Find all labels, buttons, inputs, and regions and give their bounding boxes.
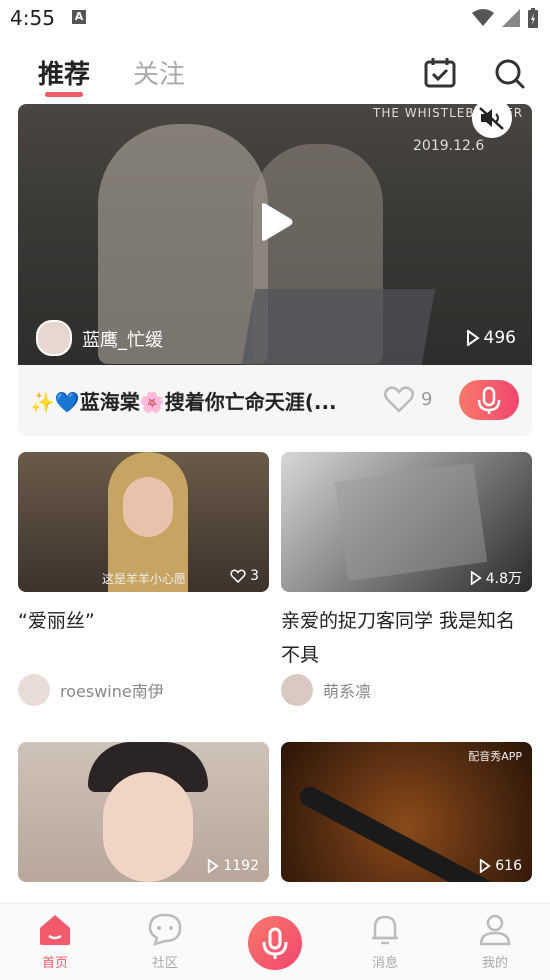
mute-icon[interactable] [472, 104, 512, 138]
card-title[interactable]: 亲爱的捉刀客同学 我是知名不具 [281, 604, 532, 672]
heart-icon[interactable] [384, 385, 414, 413]
featured-post[interactable]: THE WHISTLEBLOWER 2019.12.6 蓝鹰_忙缓 496 ✨💙… [18, 104, 532, 436]
status-time: 4:55 [10, 6, 55, 30]
card-stat: 1192 [207, 858, 259, 874]
bell-icon [372, 915, 398, 945]
thumb-caption: 这是羊羊小心愿 [102, 572, 187, 586]
heart-icon [230, 569, 246, 583]
play-outline-icon [480, 859, 492, 873]
bottom-nav: 首页 社区 消息 我的 [0, 903, 550, 980]
video-laptop [240, 289, 436, 365]
nav-profile-label: 我的 [481, 956, 508, 971]
thumb-art [334, 462, 488, 582]
post-title[interactable]: ✨💙蓝海棠🌸搜着你亡命天涯(... [30, 386, 370, 415]
profile-icon [479, 914, 511, 946]
view-count-value: 496 [483, 328, 516, 348]
signal-icon [502, 9, 520, 27]
like-count: 9 [421, 389, 433, 410]
card-stat-value: 4.8万 [485, 571, 522, 587]
tab-recommend[interactable]: 推荐 [38, 54, 90, 91]
status-icons [472, 8, 538, 28]
card-title[interactable]: “爱丽丝” [18, 604, 269, 638]
username[interactable]: 萌系凛 [323, 678, 371, 702]
thumb-face [103, 772, 193, 882]
search-icon[interactable] [492, 56, 526, 90]
top-nav: 推荐 关注 [0, 44, 550, 100]
status-bar: 4:55 A [0, 0, 550, 36]
tab-following[interactable]: 关注 [133, 54, 185, 91]
card-user[interactable]: roeswine南伊 [18, 674, 164, 706]
nav-messages[interactable]: 消息 [350, 912, 420, 971]
home-icon [40, 915, 70, 945]
card-stat-value: 1192 [223, 858, 259, 874]
card-thumbnail[interactable]: 配音秀APP 616 [281, 742, 532, 882]
play-outline-icon [208, 859, 220, 873]
nav-profile[interactable]: 我的 [460, 912, 530, 971]
view-count: 496 [466, 328, 516, 348]
card-stat-value: 3 [250, 568, 259, 584]
author-name[interactable]: 蓝鹰_忙缓 [82, 326, 163, 352]
card-stat: 3 [230, 568, 259, 584]
chat-bubble-icon [148, 913, 182, 946]
nav-home-label: 首页 [41, 956, 68, 971]
play-icon[interactable] [258, 202, 294, 242]
username[interactable]: roeswine南伊 [60, 678, 164, 702]
thumb-pen [296, 783, 500, 882]
poster-date: 2019.12.6 [413, 138, 485, 154]
dub-button[interactable] [459, 380, 519, 420]
card-user[interactable]: 萌系凛 [281, 674, 371, 706]
active-tab-indicator [45, 92, 83, 97]
nav-community-label: 社区 [151, 956, 178, 971]
author-avatar[interactable] [36, 320, 72, 356]
card-thumbnail[interactable]: 这是羊羊小心愿 3 [18, 452, 269, 592]
card-thumbnail[interactable]: 4.8万 [281, 452, 532, 592]
nav-community[interactable]: 社区 [130, 912, 200, 971]
notification-indicator-icon: A [72, 10, 86, 24]
nav-record-button[interactable] [248, 916, 302, 970]
mic-icon [477, 386, 501, 414]
featured-video[interactable]: THE WHISTLEBLOWER 2019.12.6 蓝鹰_忙缓 496 [18, 104, 532, 365]
card-stat: 4.8万 [470, 568, 522, 588]
calendar-check-icon[interactable] [423, 56, 457, 90]
card-thumbnail[interactable]: 1192 [18, 742, 269, 882]
play-outline-icon [470, 571, 482, 585]
battery-icon [528, 8, 538, 28]
card-stat-value: 616 [495, 858, 522, 874]
nav-home[interactable]: 首页 [20, 912, 90, 971]
play-outline-icon [466, 330, 480, 346]
mic-icon [262, 927, 288, 959]
user-avatar[interactable] [281, 674, 313, 706]
nav-messages-label: 消息 [371, 956, 398, 971]
wifi-icon [472, 9, 494, 26]
card-stat: 616 [479, 858, 522, 874]
thumb-face [123, 477, 173, 537]
user-avatar[interactable] [18, 674, 50, 706]
thumb-caption: 配音秀APP [468, 750, 522, 763]
